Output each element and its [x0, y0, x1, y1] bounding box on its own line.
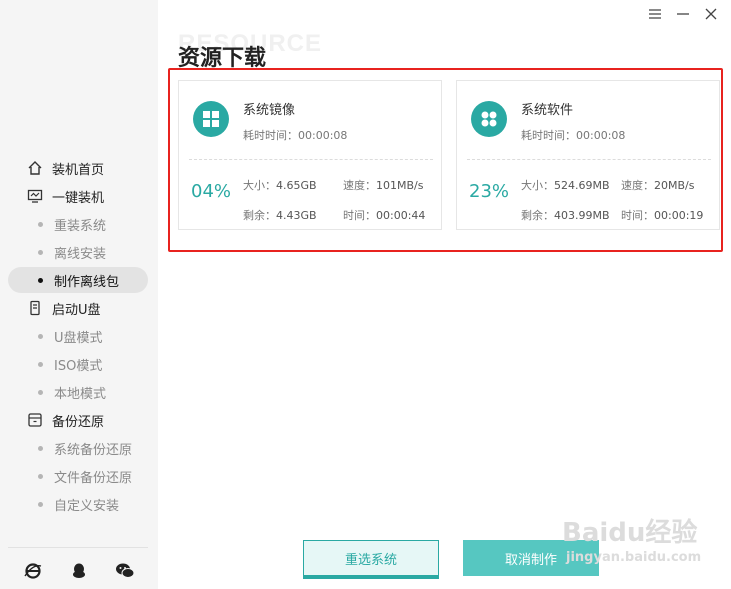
- bullet-dot: [38, 277, 43, 283]
- bullet-dot: [38, 389, 43, 395]
- watermark-line1: Baidu经验: [562, 518, 698, 548]
- sidebar-item-local-mode[interactable]: 本地模式: [0, 378, 158, 406]
- card-divider: [467, 159, 711, 160]
- sidebar-item-label: 自定义安装: [54, 498, 120, 514]
- sidebar-item-label: 制作离线包: [54, 274, 120, 290]
- card-name: 系统镜像: [243, 103, 296, 118]
- sidebar-item-system-backup[interactable]: 系统备份还原: [0, 434, 158, 462]
- size-value: 大小：524.69MB: [521, 179, 610, 192]
- sidebar-item-make-offline-package[interactable]: 制作离线包: [0, 266, 158, 294]
- minimize-icon[interactable]: [675, 6, 691, 22]
- time-value: 时间：00:00:19: [621, 209, 704, 222]
- bullet-dot: [38, 361, 43, 367]
- sidebar-item-usb-mode[interactable]: U盘模式: [0, 322, 158, 350]
- sidebar-item-reinstall[interactable]: 重装系统: [0, 210, 158, 238]
- sidebar-item-backup-restore[interactable]: 备份还原: [0, 406, 158, 434]
- sidebar: 装机首页 一键装机 重装系统 离线安装 制作离线包 启动U盘 U盘模式 ISO模…: [0, 0, 158, 589]
- progress-percent: 04%: [191, 181, 232, 202]
- progress-percent: 23%: [469, 181, 510, 202]
- menu-icon[interactable]: [647, 6, 663, 22]
- bullet-dot: [38, 221, 43, 227]
- download-card-system-software: 系统软件 耗时时间：00:00:08 23% 大小：524.69MB 速度：20…: [456, 80, 720, 230]
- sidebar-item-label: 本地模式: [54, 386, 107, 402]
- elapsed-time: 耗时时间：00:00:08: [243, 129, 348, 142]
- remaining-value: 剩余：403.99MB: [521, 209, 610, 222]
- sidebar-item-label: 装机首页: [52, 162, 105, 178]
- bullet-dot: [38, 445, 43, 451]
- sidebar-footer: [0, 558, 158, 584]
- speed-value: 速度：101MB/s: [343, 179, 424, 192]
- sidebar-item-file-backup[interactable]: 文件备份还原: [0, 462, 158, 490]
- close-icon[interactable]: [703, 6, 719, 22]
- sidebar-item-label: 系统备份还原: [54, 442, 133, 458]
- size-value: 大小：4.65GB: [243, 179, 317, 192]
- elapsed-time: 耗时时间：00:00:08: [521, 129, 626, 142]
- home-icon: [26, 159, 44, 177]
- bullet-dot: [38, 333, 43, 339]
- sidebar-item-label: 重装系统: [54, 218, 107, 234]
- sidebar-item-home[interactable]: 装机首页: [0, 154, 158, 182]
- sidebar-item-label: ISO模式: [54, 358, 103, 374]
- bullet-dot: [38, 249, 43, 255]
- apps-icon: [471, 101, 507, 137]
- time-value: 时间：00:00:44: [343, 209, 426, 222]
- remaining-value: 剩余：4.43GB: [243, 209, 317, 222]
- card-name: 系统软件: [521, 103, 574, 118]
- sidebar-item-offline-install[interactable]: 离线安装: [0, 238, 158, 266]
- sidebar-nav: 装机首页 一键装机 重装系统 离线安装 制作离线包 启动U盘 U盘模式 ISO模…: [0, 154, 158, 518]
- ie-icon[interactable]: [22, 560, 44, 582]
- usb-icon: [26, 299, 44, 317]
- sidebar-item-custom-install[interactable]: 自定义安装: [0, 490, 158, 518]
- reselect-system-button[interactable]: 重选系统: [303, 540, 439, 576]
- bullet-dot: [38, 473, 43, 479]
- card-divider: [189, 159, 433, 160]
- baidu-watermark: Baidu经验 jingyan.baidu.com: [562, 512, 701, 565]
- sidebar-item-usb-boot[interactable]: 启动U盘: [0, 294, 158, 322]
- backup-icon: [26, 411, 44, 429]
- sidebar-item-label: 启动U盘: [52, 302, 101, 318]
- sidebar-item-label: 一键装机: [52, 190, 105, 206]
- monitor-icon: [26, 187, 44, 205]
- speed-value: 速度：20MB/s: [621, 179, 695, 192]
- sidebar-divider: [8, 547, 148, 548]
- window-controls: [647, 6, 719, 22]
- sidebar-item-label: 文件备份还原: [54, 470, 133, 486]
- sidebar-item-label: U盘模式: [54, 330, 103, 346]
- windows-icon: [193, 101, 229, 137]
- watermark-line2: jingyan.baidu.com: [566, 550, 702, 565]
- sidebar-item-label: 备份还原: [52, 414, 105, 430]
- sidebar-item-iso-mode[interactable]: ISO模式: [0, 350, 158, 378]
- bullet-dot: [38, 501, 43, 507]
- qq-icon[interactable]: [68, 560, 90, 582]
- download-card-system-image: 系统镜像 耗时时间：00:00:08 04% 大小：4.65GB 速度：101M…: [178, 80, 442, 230]
- sidebar-item-one-click-install[interactable]: 一键装机: [0, 182, 158, 210]
- wechat-icon[interactable]: [114, 560, 136, 582]
- sidebar-item-label: 离线安装: [54, 246, 107, 262]
